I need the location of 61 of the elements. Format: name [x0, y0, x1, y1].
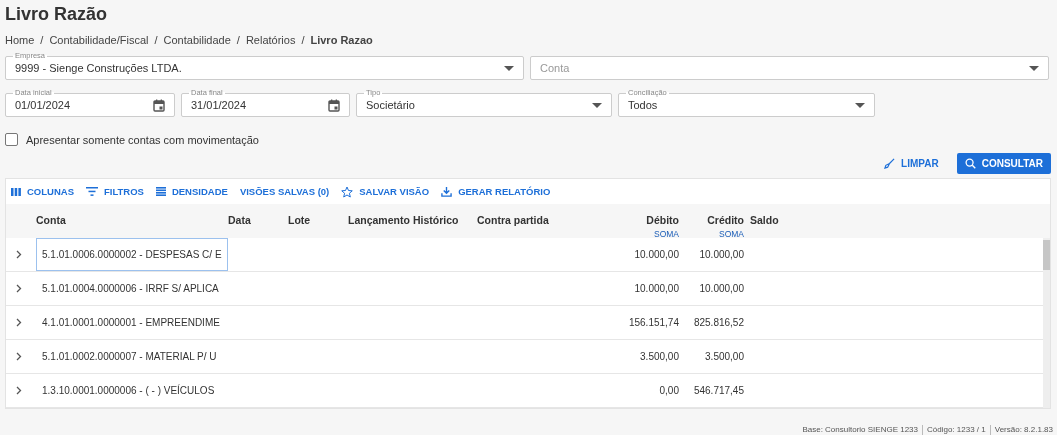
status-text: Versão: 8.2.1.83: [994, 425, 1053, 435]
table-cell[interactable]: 5.1.01.0006.0000002 - DESPESAS C/ E: [36, 238, 228, 271]
dropdown-caret-icon[interactable]: [504, 65, 514, 71]
table-cell: 10.000,00: [634, 283, 679, 294]
table-cell[interactable]: 5.1.01.0002.0000007 - MATERIAL P/ U: [36, 340, 228, 373]
column-header[interactable]: Data: [228, 204, 288, 238]
search-button[interactable]: CONSULTAR: [956, 153, 1051, 174]
breadcrumb-separator: /: [154, 34, 158, 46]
breadcrumb-separator: /: [40, 34, 44, 46]
breadcrumb-link[interactable]: Contabilidade/Fiscal: [49, 34, 149, 46]
column-header[interactable]: Saldo: [744, 204, 1050, 238]
filter-icon: [86, 187, 98, 196]
breadcrumb-link[interactable]: Contabilidade: [163, 34, 231, 46]
calendar-icon[interactable]: [153, 98, 165, 112]
download-icon: [441, 186, 453, 197]
breadcrumb-current: Livro Razao: [310, 34, 373, 46]
column-header[interactable]: Crédito SOMA: [679, 204, 744, 238]
clear-button[interactable]: LIMPAR: [880, 154, 943, 173]
table-cell: 10.000,00: [634, 249, 679, 260]
table-cell: 546.717,45: [693, 385, 744, 396]
column-header[interactable]: Lançamento: [348, 204, 413, 238]
dropdown-caret-icon[interactable]: [855, 102, 865, 108]
breadcrumb-separator: /: [301, 34, 305, 46]
columns-icon: [11, 187, 21, 196]
toolbar-button[interactable]: SALVAR VISÃO: [341, 185, 430, 198]
search-icon: [964, 158, 976, 169]
checkbox[interactable]: [5, 133, 18, 146]
toolbar-button[interactable]: COLUNAS: [11, 186, 74, 197]
checkbox-label: Apresentar somente contas com movimentação: [26, 133, 259, 146]
breadcrumb-separator: /: [236, 34, 240, 46]
column-header[interactable]: Contra partida: [477, 204, 595, 238]
column-header[interactable]: Conta: [36, 204, 228, 238]
breadcrumb-link[interactable]: Relatórios: [245, 34, 296, 46]
status-text: Código: 1233 / 1: [927, 425, 986, 435]
dropdown-caret-icon[interactable]: [592, 102, 602, 108]
calendar-icon[interactable]: [328, 98, 340, 112]
broom-icon: [884, 158, 896, 169]
table-cell[interactable]: 5.1.01.0004.0000006 - IRRF S/ APLICA: [36, 272, 228, 305]
table-cell[interactable]: 1.3.10.0001.0000006 - ( - ) VEÍCULOS: [36, 374, 228, 407]
page-title: Livro Razão: [5, 4, 108, 24]
density-icon: [155, 187, 166, 196]
toolbar-button[interactable]: FILTROS: [86, 186, 144, 197]
table-cell: 10.000,00: [699, 283, 744, 294]
toolbar-button[interactable]: GERAR RELATÓRIO: [441, 186, 551, 197]
dropdown-caret-icon[interactable]: [1029, 65, 1039, 71]
star-icon: [341, 185, 354, 198]
table-cell: 0,00: [659, 385, 679, 396]
toolbar-button[interactable]: DENSIDADE: [155, 186, 228, 197]
status-text: Base: Consultorio SIENGE 1233: [802, 425, 918, 435]
scrollbar-thumb[interactable]: [1043, 240, 1050, 270]
table-cell: 3.500,00: [705, 351, 744, 362]
table-cell: 156.151,74: [628, 317, 679, 328]
breadcrumb-link[interactable]: Home: [5, 34, 35, 46]
table-cell: 825.816,52: [693, 317, 744, 328]
column-header[interactable]: Histórico: [413, 204, 477, 238]
table-cell: 10.000,00: [699, 249, 744, 260]
table-cell[interactable]: 4.1.01.0001.0000001 - EMPREENDIME: [36, 306, 228, 339]
column-header[interactable]: Débito SOMA: [595, 204, 679, 238]
column-header[interactable]: Lote: [288, 204, 348, 238]
table-cell: 3.500,00: [640, 351, 679, 362]
toolbar-button[interactable]: VISÕES SALVAS (0): [239, 186, 330, 197]
